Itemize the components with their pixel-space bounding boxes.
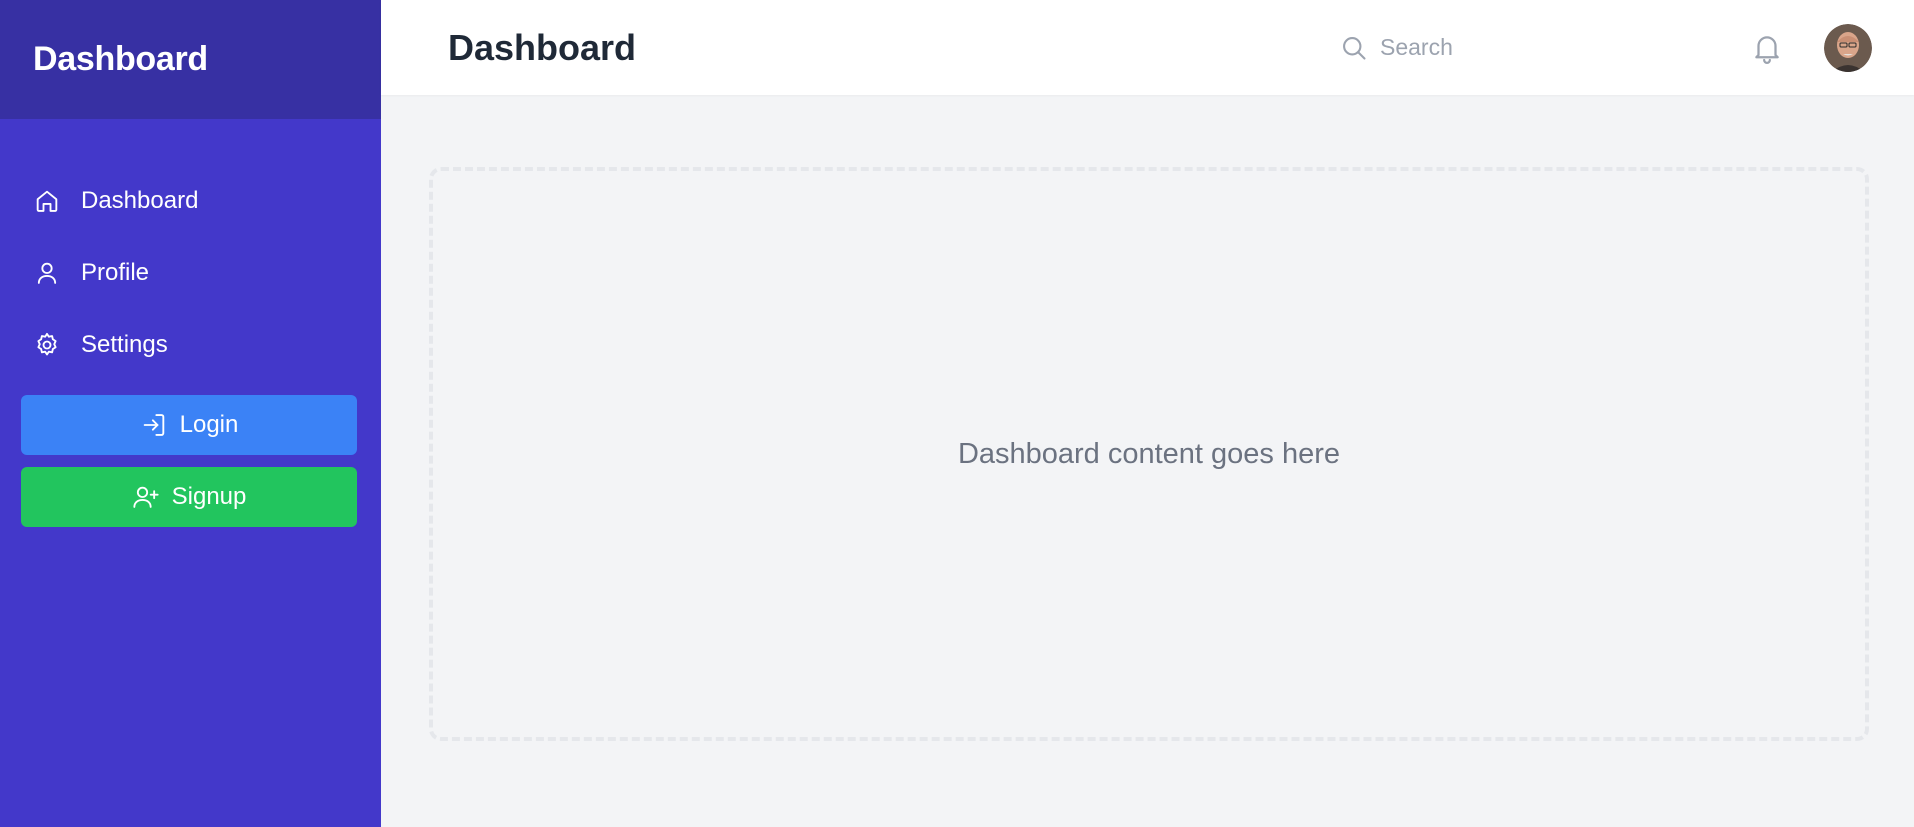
notifications-button[interactable] xyxy=(1750,31,1784,65)
sidebar-nav: Dashboard Profile Settings xyxy=(0,119,381,381)
app-shell: Dashboard Dashboard Profile Settings Log… xyxy=(0,0,1914,827)
signup-label: Signup xyxy=(171,483,247,510)
gear-icon xyxy=(33,331,61,359)
content-area: Dashboard content goes here xyxy=(381,95,1914,827)
auth-buttons: Login Signup xyxy=(0,381,381,539)
sidebar: Dashboard Dashboard Profile Settings Log… xyxy=(0,0,381,827)
user-icon xyxy=(33,259,61,287)
bell-icon xyxy=(1755,35,1779,64)
sidebar-item-dashboard[interactable]: Dashboard xyxy=(0,165,381,237)
avatar[interactable] xyxy=(1824,23,1872,72)
top-bar: Dashboard xyxy=(381,0,1914,95)
sidebar-item-settings[interactable]: Settings xyxy=(0,309,381,381)
brand-title: Dashboard xyxy=(33,40,208,78)
search-bar xyxy=(1340,34,1720,62)
login-icon xyxy=(143,414,164,436)
placeholder-text: Dashboard content goes here xyxy=(957,437,1341,470)
sidebar-header: Dashboard xyxy=(0,0,381,119)
user-plus-icon xyxy=(133,486,159,508)
sidebar-item-label: Profile xyxy=(81,259,150,286)
content-placeholder: Dashboard content goes here xyxy=(429,167,1869,741)
sidebar-item-label: Settings xyxy=(81,331,168,358)
home-icon xyxy=(33,187,61,215)
main-area: Dashboard Search Dashboard content goes … xyxy=(381,0,1914,827)
sidebar-item-profile[interactable]: Profile xyxy=(0,237,381,309)
login-label: Login xyxy=(179,411,239,438)
search-icon xyxy=(1343,36,1366,60)
search-input[interactable] xyxy=(1380,34,1700,61)
page-title: Dashboard xyxy=(448,26,637,68)
sidebar-item-label: Dashboard xyxy=(81,187,199,214)
login-button[interactable]: Login xyxy=(21,395,357,455)
user-avatar-image xyxy=(1824,23,1872,72)
signup-button[interactable]: Signup xyxy=(21,467,357,527)
